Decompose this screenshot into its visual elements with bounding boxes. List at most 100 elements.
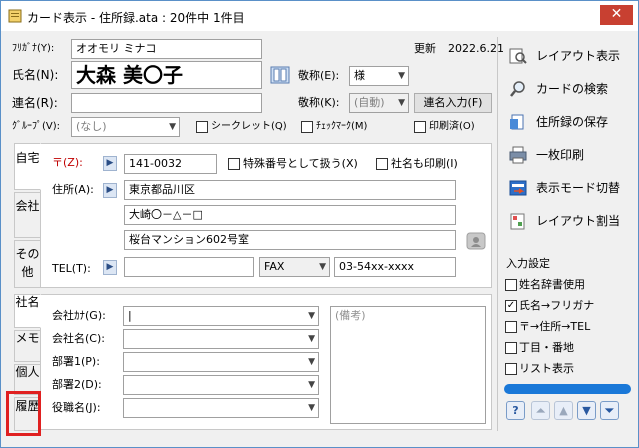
tab-other-label: その他	[15, 247, 40, 279]
secret-checkbox[interactable]	[196, 121, 208, 133]
chevron-down-icon: ▼	[319, 262, 326, 272]
chevron-down-icon: ▼	[169, 122, 176, 132]
address-line-3[interactable]: 桜台マンション602号室	[124, 230, 456, 250]
joint-name-input[interactable]	[71, 93, 262, 113]
honorific2-label: 敬称(K):	[298, 96, 340, 109]
zip-input[interactable]: 141-0032	[124, 154, 217, 174]
help-button[interactable]: ?	[506, 401, 525, 420]
map-icon[interactable]	[466, 232, 486, 250]
title-label: 役職名(J):	[52, 401, 101, 414]
display-mode-button[interactable]: 表示モード切替	[501, 174, 634, 202]
dept2-select[interactable]: ▼	[123, 375, 319, 395]
dictionary-icon[interactable]	[270, 66, 290, 84]
list-view-checkbox[interactable]	[505, 363, 517, 375]
save-address-book-button[interactable]: 住所録の保存	[501, 108, 634, 136]
first-record-button[interactable]: ⏶	[531, 401, 550, 420]
layout-view-button[interactable]: レイアウト表示	[501, 42, 634, 70]
company-kana-select[interactable]: | ▼	[123, 306, 319, 326]
chome-banchi-checkbox[interactable]	[505, 342, 517, 354]
last-record-icon: ⏷	[605, 404, 614, 417]
name-to-furigana-checkbox[interactable]: ✓	[505, 300, 517, 312]
company-name-label: 会社名(C):	[52, 332, 105, 345]
dept2-label: 部署2(D):	[52, 378, 102, 391]
chevron-down-icon: ▼	[308, 334, 315, 344]
card-search-button[interactable]: カードの検索	[501, 75, 634, 103]
name-input[interactable]: 大森 美〇子	[71, 61, 262, 89]
print-one-button[interactable]: 一枚印刷	[501, 141, 634, 169]
address-arrow-button[interactable]: ▶	[103, 183, 117, 198]
layout-assign-button[interactable]: レイアウト割当	[501, 207, 634, 235]
dept1-select[interactable]: ▼	[123, 352, 319, 372]
joint-name-input-button[interactable]: 連名入力(F)	[414, 93, 492, 113]
next-record-button[interactable]: ▼	[577, 401, 596, 420]
printed-checkbox[interactable]	[414, 121, 426, 133]
zip-arrow-button[interactable]: ▶	[103, 156, 117, 171]
fax-type-value: FAX	[264, 260, 285, 273]
chevron-down-icon: ▼	[308, 403, 315, 413]
previous-record-button[interactable]: ▲	[554, 401, 573, 420]
tab-memo[interactable]: メモ	[14, 330, 41, 362]
chevron-down-icon: ▼	[398, 71, 405, 81]
company-print-label: 社名も印刷(I)	[391, 157, 458, 170]
title-select[interactable]: ▼	[123, 398, 319, 418]
fax-input[interactable]: 03-54xx-xxxx	[334, 257, 456, 277]
checkmark-label: ﾁｪｯｸﾏｰｸ(M)	[316, 121, 368, 132]
layout-assign-icon	[510, 213, 525, 230]
zip-to-address-label: 〒→住所→TEL	[519, 320, 591, 333]
tab-company[interactable]: 会社	[14, 192, 41, 238]
tab-home-label: 自宅	[15, 151, 40, 165]
layout-view-label: レイアウト表示	[536, 49, 621, 63]
company-name-select[interactable]: ▼	[123, 329, 319, 349]
title-bar: カード表示 - 住所録.ata : 20件中 1件目 ✕	[1, 1, 638, 31]
surname-dictionary-checkbox[interactable]	[505, 279, 517, 291]
first-record-icon: ⏶	[536, 404, 545, 417]
close-button[interactable]: ✕	[600, 5, 633, 25]
display-mode-label: 表示モード切替	[536, 181, 621, 195]
list-view-label: リスト表示	[519, 362, 574, 375]
tab-company-name-label: 社名	[15, 295, 40, 309]
dept1-label: 部署1(P):	[52, 355, 100, 368]
honorific-label: 敬称(E):	[298, 69, 340, 82]
furigana-input[interactable]: オオモリ ミナコ	[71, 39, 262, 59]
note-textarea[interactable]: (備考)	[330, 306, 486, 424]
tel-input[interactable]	[124, 257, 254, 277]
honorific2-value: (自動)	[354, 96, 385, 109]
group-label: ｸﾞﾙｰﾌﾟ(V):	[12, 121, 61, 132]
fax-type-select[interactable]: FAX ▼	[259, 257, 330, 277]
layout-view-icon	[509, 48, 527, 64]
last-record-button[interactable]: ⏷	[600, 401, 619, 420]
company-print-checkbox[interactable]	[376, 158, 388, 170]
card-search-label: カードの検索	[536, 82, 609, 96]
special-number-label: 特殊番号として扱う(X)	[243, 157, 358, 170]
next-record-icon: ▼	[582, 404, 591, 417]
address-line-2[interactable]: 大崎〇－△－□	[124, 205, 456, 225]
tel-label: TEL(T):	[52, 262, 91, 275]
search-icon	[510, 81, 525, 97]
address-line-1[interactable]: 東京都品川区	[124, 180, 456, 200]
surname-dictionary-label: 姓名辞書使用	[519, 278, 585, 291]
chevron-down-icon: ▼	[398, 98, 405, 108]
display-mode-icon	[509, 180, 527, 196]
special-number-checkbox[interactable]	[228, 158, 240, 170]
chevron-down-icon: ▼	[308, 380, 315, 390]
group-select[interactable]: (なし) ▼	[71, 117, 180, 137]
tab-home[interactable]: 自宅	[14, 143, 41, 190]
tab-personal-label: 個人	[15, 365, 40, 379]
printed-label: 印刷済(O)	[429, 121, 475, 132]
tel-arrow-button[interactable]: ▶	[103, 260, 117, 275]
updated-label: 更新	[414, 42, 436, 55]
honorific2-select[interactable]: (自動) ▼	[349, 93, 409, 113]
help-icon: ?	[512, 404, 519, 417]
column-divider	[497, 37, 498, 431]
honorific-select[interactable]: 様 ▼	[349, 66, 409, 86]
updated-date: 2022.6.21	[448, 42, 504, 55]
app-icon	[8, 9, 22, 23]
tab-other[interactable]: その他	[14, 240, 41, 288]
tab-company-name[interactable]: 社名	[14, 294, 41, 328]
save-address-book-label: 住所録の保存	[536, 115, 609, 129]
company-kana-label: 会社ｶﾅ(G):	[52, 309, 106, 322]
address-label: 住所(A):	[52, 183, 94, 196]
zip-to-address-checkbox[interactable]	[505, 321, 517, 333]
checkmark-checkbox[interactable]	[301, 121, 313, 133]
record-progress-bar[interactable]	[504, 384, 631, 394]
